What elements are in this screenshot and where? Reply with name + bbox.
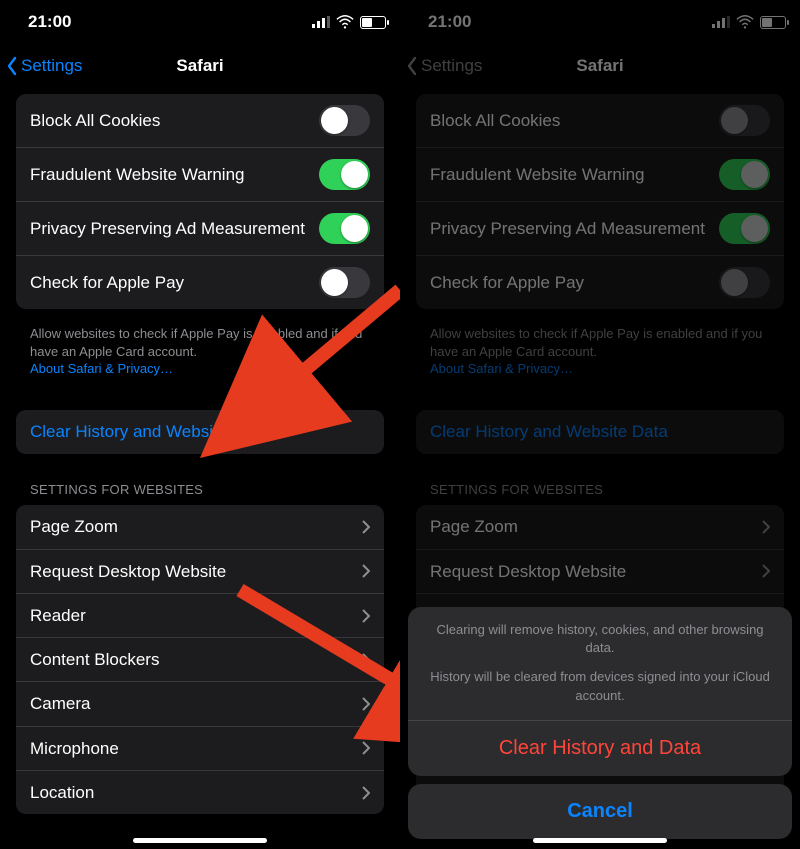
status-bar: 21:00	[0, 0, 400, 44]
chevron-right-icon	[362, 741, 370, 755]
row-label: Microphone	[30, 738, 362, 759]
action-sheet-message: Clearing will remove history, cookies, a…	[408, 607, 792, 721]
row-location[interactable]: Location	[16, 770, 384, 814]
cellular-icon	[312, 16, 330, 28]
row-apple-pay[interactable]: Check for Apple Pay	[16, 255, 384, 309]
back-button[interactable]: Settings	[6, 44, 82, 88]
row-block-cookies[interactable]: Block All Cookies	[16, 94, 384, 147]
row-content-blockers[interactable]: Content Blockers	[16, 637, 384, 681]
group-clear: Clear History and Website Data	[16, 410, 384, 454]
row-ppam[interactable]: Privacy Preserving Ad Measurement	[16, 201, 384, 255]
battery-icon	[360, 16, 386, 29]
sheet-msg-line: Clearing will remove history, cookies, a…	[428, 621, 772, 659]
wifi-icon	[336, 13, 354, 31]
phone-screen-left: 21:00 Settings Safari Block All Cookies …	[0, 0, 400, 849]
row-label: Fraudulent Website Warning	[30, 164, 319, 185]
row-label: Check for Apple Pay	[30, 272, 319, 293]
action-sheet: Clearing will remove history, cookies, a…	[408, 607, 792, 839]
row-label: Page Zoom	[30, 516, 362, 537]
row-label: Block All Cookies	[30, 110, 319, 131]
home-indicator[interactable]	[133, 838, 267, 843]
row-fraud-warning[interactable]: Fraudulent Website Warning	[16, 147, 384, 201]
settings-list: Block All Cookies Fraudulent Website War…	[0, 94, 400, 814]
nav-title: Safari	[176, 56, 223, 76]
chevron-left-icon	[6, 56, 18, 76]
row-label: Request Desktop Website	[30, 561, 362, 582]
cancel-button[interactable]: Cancel	[408, 784, 792, 839]
phone-screen-right: 21:00 Settings Safari Block All Cookies …	[400, 0, 800, 849]
status-time: 21:00	[28, 12, 71, 32]
home-indicator[interactable]	[533, 838, 667, 843]
footer-text: Allow websites to check if Apple Pay is …	[30, 326, 362, 359]
status-icons	[312, 13, 386, 31]
row-label: Reader	[30, 605, 362, 626]
clear-history-row[interactable]: Clear History and Website Data	[16, 410, 384, 454]
toggle-apple-pay[interactable]	[319, 267, 370, 298]
chevron-right-icon	[362, 520, 370, 534]
clear-history-label: Clear History and Website Data	[30, 421, 370, 442]
row-page-zoom[interactable]: Page Zoom	[16, 505, 384, 549]
sheet-msg-line: History will be cleared from devices sig…	[428, 668, 772, 706]
toggle-block-cookies[interactable]	[319, 105, 370, 136]
toggle-fraud-warning[interactable]	[319, 159, 370, 190]
row-label: Camera	[30, 693, 362, 714]
chevron-right-icon	[362, 786, 370, 800]
chevron-right-icon	[362, 653, 370, 667]
row-reader[interactable]: Reader	[16, 593, 384, 637]
action-sheet-card: Clearing will remove history, cookies, a…	[408, 607, 792, 776]
privacy-footer: Allow websites to check if Apple Pay is …	[0, 317, 400, 378]
about-safari-privacy-link[interactable]: About Safari & Privacy…	[30, 361, 173, 376]
back-label: Settings	[21, 56, 82, 76]
chevron-right-icon	[362, 697, 370, 711]
group-privacy: Block All Cookies Fraudulent Website War…	[16, 94, 384, 309]
row-label: Location	[30, 782, 362, 803]
row-label: Content Blockers	[30, 649, 362, 670]
nav-bar: Settings Safari	[0, 44, 400, 88]
group-websites: Page Zoom Request Desktop Website Reader…	[16, 505, 384, 815]
toggle-ppam[interactable]	[319, 213, 370, 244]
websites-header: SETTINGS FOR WEBSITES	[0, 482, 400, 505]
row-request-desktop[interactable]: Request Desktop Website	[16, 549, 384, 593]
row-label: Privacy Preserving Ad Measurement	[30, 218, 319, 239]
clear-history-and-data-button[interactable]: Clear History and Data	[408, 721, 792, 776]
chevron-right-icon	[362, 564, 370, 578]
row-microphone[interactable]: Microphone	[16, 726, 384, 770]
row-camera[interactable]: Camera	[16, 681, 384, 725]
chevron-right-icon	[362, 609, 370, 623]
